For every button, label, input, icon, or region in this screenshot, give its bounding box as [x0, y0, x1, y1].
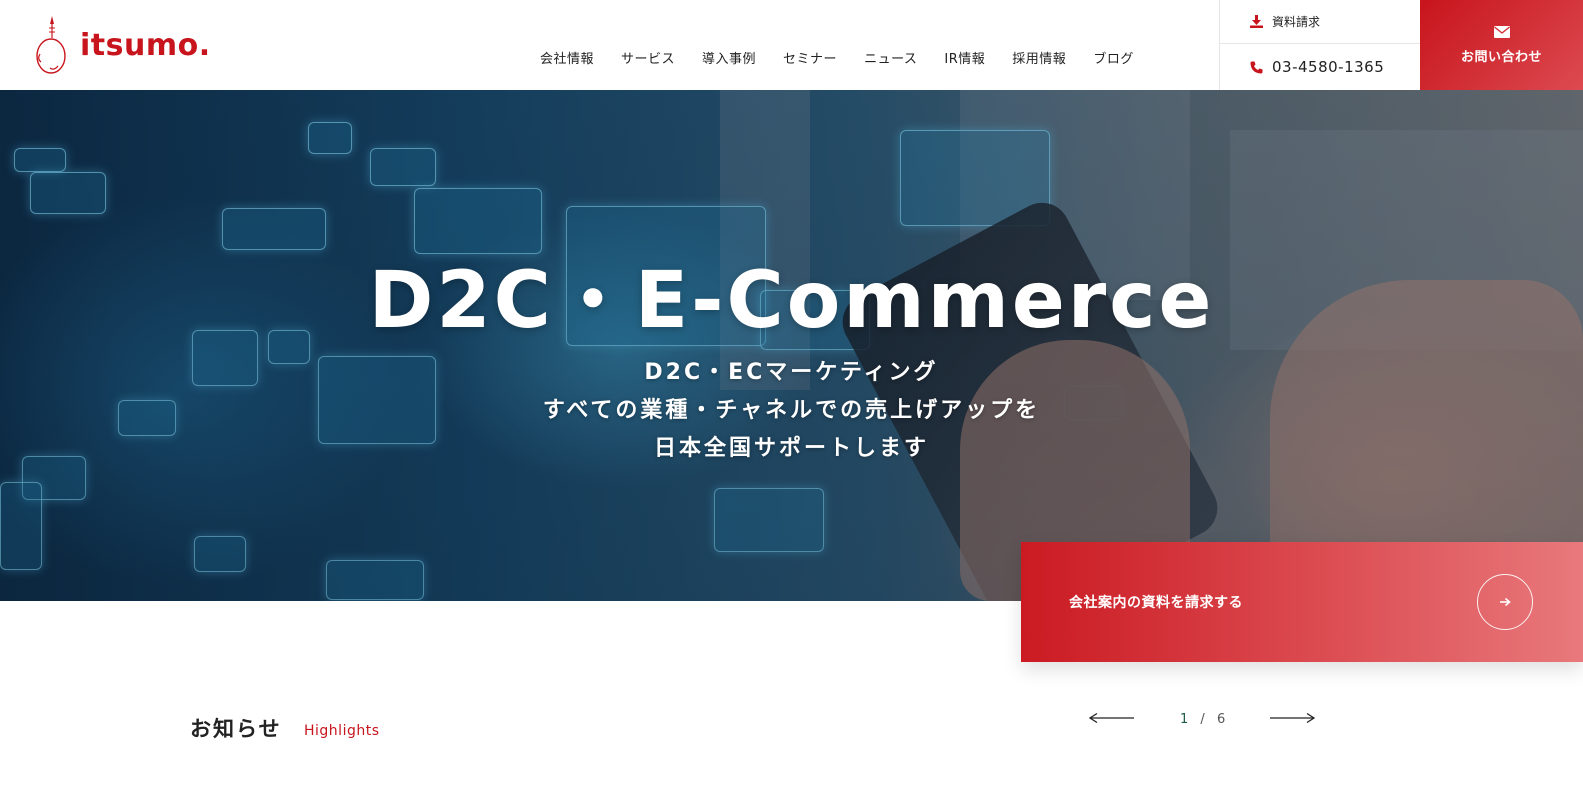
pager-current: 1: [1180, 712, 1190, 727]
arrow-right-circle: [1477, 574, 1533, 630]
news-section-subtitle: Highlights: [304, 723, 380, 739]
download-icon: [1250, 15, 1263, 28]
arrow-right-icon: [1500, 597, 1511, 607]
phone-number: 03-4580-1365: [1272, 58, 1385, 76]
hero-subtitle-line-1: D2C・ECマーケティング: [644, 360, 939, 385]
news-section-title: お知らせ: [190, 717, 282, 741]
main-nav: 会社情報 サービス 導入事例 セミナー ニュース IR情報 採用情報 ブログ: [540, 48, 1134, 67]
prev-arrow-icon[interactable]: [1088, 712, 1134, 724]
site-header: itsumo. 会社情報 サービス 導入事例 セミナー ニュース IR情報 採用…: [0, 0, 1583, 90]
nav-item-company[interactable]: 会社情報: [540, 48, 594, 67]
nav-item-case-studies[interactable]: 導入事例: [702, 48, 756, 67]
phone-link[interactable]: 03-4580-1365: [1220, 44, 1420, 90]
envelope-icon: [1493, 25, 1510, 38]
contact-button[interactable]: お問い合わせ: [1420, 0, 1583, 90]
nav-item-services[interactable]: サービス: [621, 48, 675, 67]
phone-icon: [1250, 61, 1263, 73]
logo-text: itsumo.: [80, 27, 211, 63]
hero-subtitle-line-2: すべての業種・チャネルでの売上げアップを: [542, 398, 1041, 423]
news-pager: 1 / 6: [1088, 706, 1316, 730]
request-company-brochure-label: 会社案内の資料を請求する: [1069, 595, 1243, 611]
contact-button-label: お問い合わせ: [1460, 49, 1542, 65]
nav-item-news[interactable]: ニュース: [864, 48, 917, 67]
request-docs-link[interactable]: 資料請求: [1220, 0, 1420, 44]
nav-item-seminars[interactable]: セミナー: [783, 48, 837, 67]
nav-item-blog[interactable]: ブログ: [1093, 48, 1134, 67]
request-company-brochure-button[interactable]: 会社案内の資料を請求する: [1021, 542, 1583, 662]
pager-total: 6: [1216, 712, 1227, 727]
header-utility-box: 資料請求 03-4580-1365: [1219, 0, 1420, 90]
hero-subtitle-line-3: 日本全国サポートします: [653, 436, 929, 461]
logo-mascot-icon: [36, 16, 66, 74]
pager-count: 1 / 6: [1180, 712, 1226, 727]
nav-item-recruit[interactable]: 採用情報: [1012, 48, 1066, 67]
nav-item-ir[interactable]: IR情報: [944, 48, 985, 67]
hero-title: D2C・E-Commerce: [368, 256, 1215, 346]
logo[interactable]: itsumo.: [34, 14, 211, 76]
pager-separator: /: [1200, 712, 1206, 727]
next-arrow-icon[interactable]: [1270, 712, 1316, 724]
hero-banner: D2C・E-Commerce D2C・ECマーケティング すべての業種・チャネル…: [0, 90, 1583, 601]
request-docs-label: 資料請求: [1272, 15, 1321, 29]
